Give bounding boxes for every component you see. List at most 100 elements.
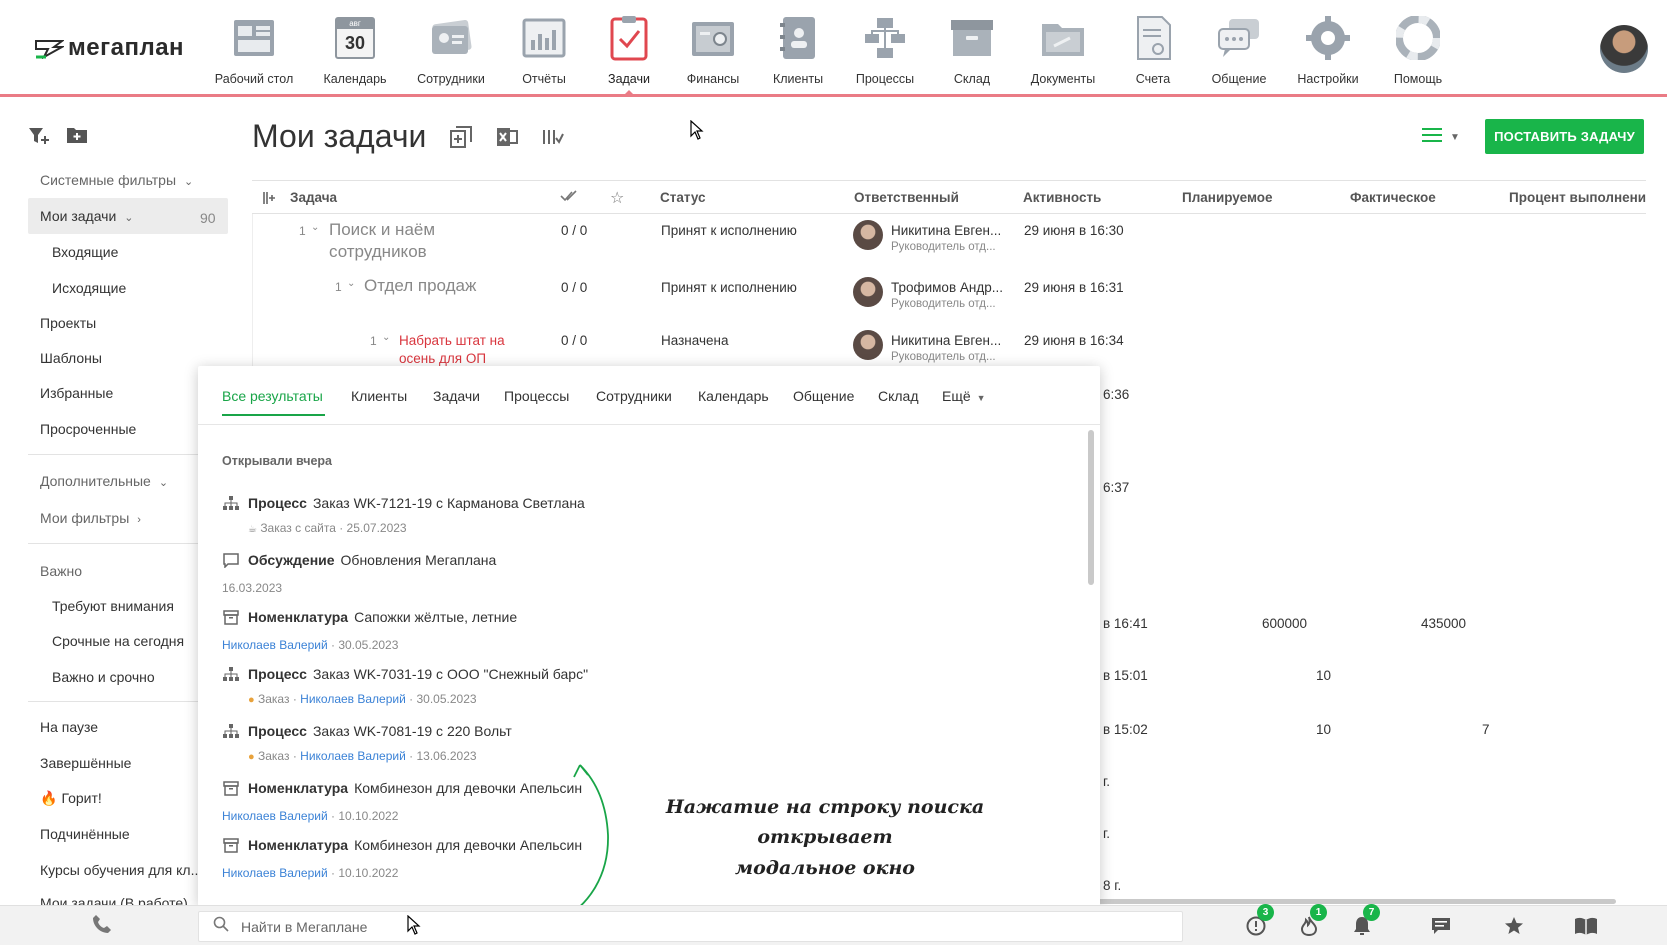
sidebar-item-templates[interactable]: Шаблоны	[40, 350, 102, 366]
global-search-bar[interactable]	[198, 911, 1183, 942]
knowledge-book-icon[interactable]	[1573, 914, 1599, 938]
task-title[interactable]: Поиск и наём сотрудников	[329, 219, 499, 263]
column-activity[interactable]: Активность	[1023, 190, 1101, 205]
result-title: Сапожки жёлтые, летние	[354, 609, 518, 625]
column-task[interactable]: Задача	[290, 190, 337, 205]
task-title[interactable]: Отдел продаж	[364, 275, 534, 297]
sidebar-item-subordinates[interactable]: Подчинённые	[40, 826, 130, 842]
folder-add-icon[interactable]	[66, 126, 88, 151]
sidebar-item-burning[interactable]: 🔥 Горит!	[40, 790, 102, 807]
responsible-person[interactable]: Никитина Евген... Руководитель отд...	[891, 333, 1001, 363]
search-result-item[interactable]: Процесс Заказ WK-7081-19 с 220 Вольт ● За…	[222, 722, 1062, 763]
nav-item-help[interactable]: Помощь	[1373, 14, 1463, 86]
megaplan-logo[interactable]: мегаплан	[34, 34, 184, 62]
column-responsible[interactable]: Ответственный	[854, 190, 959, 205]
tab-employees[interactable]: Сотрудники	[596, 388, 672, 404]
sidebar-item-favorites[interactable]: Избранные	[40, 385, 113, 401]
add-column-icon[interactable]	[262, 191, 276, 210]
search-input[interactable]	[241, 918, 1141, 935]
vertical-scrollbar[interactable]	[1088, 430, 1094, 585]
view-toggle[interactable]: ▼	[1422, 128, 1460, 147]
nav-item-calendar[interactable]: авг 30 Календарь	[310, 14, 400, 86]
sidebar-item-paused[interactable]: На паузе	[40, 719, 98, 735]
chevron-down-icon[interactable]: ⌄	[382, 332, 390, 343]
tab-tasks[interactable]: Задачи	[433, 388, 480, 404]
result-author-link[interactable]: Николаев Валерий	[300, 749, 406, 763]
sidebar-item-label: Горит!	[61, 790, 102, 806]
create-task-button[interactable]: ПОСТАВИТЬ ЗАДАЧУ	[1485, 119, 1644, 154]
avatar[interactable]	[853, 277, 883, 307]
nav-item-tasks[interactable]: Задачи	[584, 14, 674, 86]
column-planned[interactable]: Планируемое	[1182, 190, 1273, 205]
nav-item-clients[interactable]: Клиенты	[753, 14, 843, 86]
sidebar-item-important[interactable]: Важно	[40, 563, 82, 579]
user-avatar[interactable]	[1600, 25, 1648, 73]
nav-item-warehouse[interactable]: Склад	[927, 14, 1017, 86]
nav-item-documents[interactable]: Документы	[1018, 14, 1108, 86]
result-author-link[interactable]: Николаев Валерий	[222, 638, 328, 652]
favorites-star-icon[interactable]	[1501, 914, 1527, 938]
task-title[interactable]: Набрать штат на осень для ОП	[399, 332, 524, 367]
nav-item-desktop[interactable]: Рабочий стол	[209, 14, 299, 86]
nav-item-chat[interactable]: Общение	[1194, 14, 1284, 86]
star-icon[interactable]: ☆	[610, 188, 624, 208]
sidebar-item-projects[interactable]: Проекты	[40, 315, 96, 331]
horizontal-scrollbar[interactable]	[1090, 899, 1616, 904]
filter-add-icon[interactable]	[28, 126, 50, 151]
tab-calendar[interactable]: Календарь	[698, 388, 769, 404]
tab-more[interactable]: Ещё ▼	[942, 388, 986, 404]
result-author-link[interactable]: Николаев Валерий	[300, 692, 406, 706]
result-date: 16.03.2023	[222, 581, 283, 595]
sidebar-item-urgent-today[interactable]: Срочные на сегодня	[52, 633, 184, 649]
nav-item-invoices[interactable]: Счета	[1108, 14, 1198, 86]
column-percent[interactable]: Процент выполнени	[1509, 190, 1646, 205]
notifications-bell-icon[interactable]: 7	[1349, 904, 1380, 938]
chevron-down-icon[interactable]: ⌄	[347, 278, 355, 289]
sidebar-item-incoming[interactable]: Входящие	[52, 244, 118, 260]
column-actual[interactable]: Фактическое	[1350, 190, 1436, 205]
copy-icon[interactable]	[450, 126, 472, 153]
column-status[interactable]: Статус	[660, 190, 706, 205]
sidebar-item-outgoing[interactable]: Исходящие	[52, 280, 126, 296]
sidebar-item-my-tasks[interactable]: Мои задачи ⌄	[40, 208, 134, 224]
tab-clients[interactable]: Клиенты	[351, 388, 407, 404]
tab-warehouse[interactable]: Склад	[878, 388, 919, 404]
avatar[interactable]	[853, 330, 883, 360]
nav-item-employees[interactable]: Сотрудники	[406, 14, 496, 86]
messages-icon[interactable]	[1428, 914, 1454, 938]
chevron-down-icon[interactable]: ⌄	[311, 222, 319, 233]
responsible-person[interactable]: Никитина Евген... Руководитель отд...	[891, 223, 1001, 253]
chevron-down-icon: ⌄	[184, 176, 194, 188]
phone-icon[interactable]	[92, 914, 112, 939]
search-result-item[interactable]: Обсуждение Обновления Мегаплана 16.03.202…	[222, 551, 1062, 595]
sidebar-item-additional[interactable]: Дополнительные ⌄	[40, 473, 168, 489]
search-result-item[interactable]: Номенклатура Сапожки жёлтые, летние Никол…	[222, 608, 1062, 652]
search-result-item[interactable]: Процесс Заказ WK-7121-19 с Карманова Свет…	[222, 494, 1062, 535]
avatar[interactable]	[853, 220, 883, 250]
nav-item-finance[interactable]: Финансы	[668, 14, 758, 86]
sidebar-item-courses[interactable]: Курсы обучения для кл...	[40, 862, 202, 878]
done-check-icon[interactable]	[560, 189, 578, 206]
fire-icon[interactable]: 1	[1296, 904, 1327, 938]
sidebar-item-system-filters[interactable]: Системные фильтры ⌄	[40, 172, 193, 188]
responsible-person[interactable]: Трофимов Андр... Руководитель отд...	[891, 280, 1003, 310]
sidebar-item-overdue[interactable]: Просроченные	[40, 421, 136, 437]
columns-settings-icon[interactable]	[542, 126, 564, 153]
tab-communication[interactable]: Общение	[793, 388, 854, 404]
sidebar-item-need-attention[interactable]: Требуют внимания	[52, 598, 174, 614]
result-author-link[interactable]: Николаев Валерий	[222, 809, 328, 823]
nav-item-processes[interactable]: Процессы	[840, 14, 930, 86]
nav-item-settings[interactable]: Настройки	[1283, 14, 1373, 86]
annotation-line: модальное окно	[735, 856, 915, 879]
tab-processes[interactable]: Процессы	[504, 388, 569, 404]
excel-export-icon[interactable]	[496, 126, 518, 153]
result-author-link[interactable]: Николаев Валерий	[222, 866, 328, 880]
sidebar-item-important-urgent[interactable]: Важно и срочно	[52, 669, 155, 685]
sidebar-item-completed[interactable]: Завершённые	[40, 755, 131, 771]
tab-all-results[interactable]: Все результаты	[222, 388, 323, 404]
sidebar-item-my-filters[interactable]: Мои фильтры ›	[40, 510, 141, 526]
nav-item-reports[interactable]: Отчёты	[499, 14, 589, 86]
alerts-icon[interactable]: 3	[1243, 904, 1274, 938]
search-result-item[interactable]: Процесс Заказ WK-7031-19 с ООО "Снежный б…	[222, 665, 1062, 706]
task-activity: 29 июня в 16:34	[1024, 333, 1124, 348]
